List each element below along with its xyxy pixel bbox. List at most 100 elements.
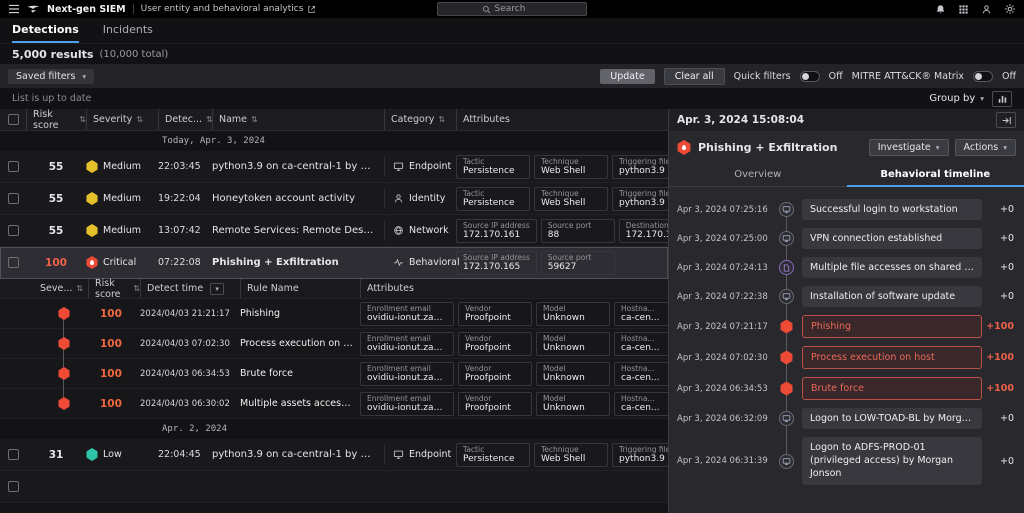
- attr-chip: ModelUnknown: [536, 362, 610, 386]
- apps-grid-icon[interactable]: [958, 4, 969, 15]
- timeline-event-alert: Apr 3, 2024 07:02:30 Process execution o…: [677, 346, 1016, 369]
- table-row[interactable]: 55 Medium 19:22:04 Honeytoken account ac…: [0, 183, 668, 215]
- attr-value: ca-cen...: [621, 403, 668, 414]
- attributes-cell: TacticPersistence TechniqueWeb Shell Tri…: [456, 443, 668, 467]
- severity-label: Low: [103, 449, 122, 460]
- attributes-cell: Source IP address172.170.161 Source port…: [456, 219, 668, 243]
- mitre-matrix-toggle[interactable]: [973, 71, 993, 82]
- table-row-selected[interactable]: 100 Critical 07:22:08 Phishing + Exfiltr…: [0, 247, 668, 279]
- attr-value: Web Shell: [541, 198, 601, 209]
- subtable-row[interactable]: 100 2024/04/03 06:34:53 Brute force Enro…: [0, 359, 668, 389]
- subheader-detect-time[interactable]: Detect time▾: [140, 279, 240, 298]
- score-delta: +100: [982, 321, 1016, 332]
- tab-behavioral-timeline[interactable]: Behavioral timeline: [847, 163, 1024, 186]
- detect-time: 22:04:45: [158, 449, 212, 460]
- subtable-row[interactable]: 100 2024/04/03 07:02:30 Process executio…: [0, 329, 668, 359]
- attr-chip: Source port88: [541, 219, 615, 243]
- event-description[interactable]: Logon to ADFS-PROD-01 (privileged access…: [802, 437, 982, 485]
- attr-chip: Hostna...ca-cen...: [614, 362, 668, 386]
- detect-time: 07:22:08: [158, 257, 212, 268]
- detect-time: 19:22:04: [158, 193, 212, 204]
- tab-overview[interactable]: Overview: [669, 163, 847, 186]
- actions-button[interactable]: Actions▾: [955, 139, 1016, 156]
- header-risk-score[interactable]: Risk score⇅: [26, 109, 86, 130]
- header-severity[interactable]: Severity⇅: [86, 109, 158, 130]
- risk-score: 100: [26, 257, 86, 269]
- header-category[interactable]: Category⇅: [384, 109, 456, 130]
- identity-icon: [393, 193, 404, 204]
- subheader-severity[interactable]: Seve...⇅: [40, 279, 88, 298]
- quick-filters-toggle[interactable]: [800, 71, 820, 82]
- divider: [133, 4, 134, 14]
- row-checkbox[interactable]: [8, 257, 19, 268]
- external-link-icon[interactable]: [307, 5, 316, 14]
- risk-score: 55: [26, 193, 86, 205]
- event-description[interactable]: Installation of software update: [802, 286, 982, 307]
- category-label: Identity: [409, 193, 445, 204]
- gear-icon[interactable]: [1004, 3, 1016, 15]
- search-input[interactable]: [437, 2, 587, 16]
- attr-chip: Source IP address172.170.165: [456, 251, 537, 275]
- table-row[interactable]: 55 Medium 13:07:42 Remote Services: Remo…: [0, 215, 668, 247]
- table-row[interactable]: 31 Low 22:04:45 python3.9 on ca-central-…: [0, 439, 668, 471]
- detection-subtable: Seve...⇅ Risk score⇅ Detect time▾ Rule N…: [0, 279, 668, 419]
- severity-medium-icon: [86, 160, 98, 173]
- saved-filters-dropdown[interactable]: Saved filters ▾: [8, 69, 94, 84]
- row-checkbox[interactable]: [8, 225, 19, 236]
- app-subtitle: User entity and behavioral analytics: [141, 4, 317, 14]
- attr-label: Source port: [548, 221, 608, 230]
- bell-icon[interactable]: [935, 4, 946, 15]
- row-checkbox[interactable]: [8, 449, 19, 460]
- row-checkbox[interactable]: [8, 193, 19, 204]
- event-description[interactable]: Process execution on host: [802, 346, 982, 369]
- attr-label: Enrollment email: [367, 304, 447, 313]
- tab-incidents[interactable]: Incidents: [103, 18, 153, 43]
- detect-time-filter-dropdown[interactable]: ▾: [210, 283, 224, 295]
- subheader-attributes-label: Attributes: [367, 283, 414, 294]
- user-icon[interactable]: [981, 4, 992, 15]
- event-node: [779, 231, 794, 246]
- subheader-rule-name[interactable]: Rule Name: [240, 279, 360, 298]
- update-button[interactable]: Update: [600, 69, 654, 84]
- event-node: [779, 454, 794, 469]
- search-field[interactable]: [495, 4, 543, 14]
- attr-label: Technique: [541, 445, 601, 454]
- chart-view-button[interactable]: [992, 91, 1012, 107]
- attr-label: Vendor: [465, 394, 525, 403]
- attributes-cell: Enrollment emailovidiu-ionut.zamfir@... …: [360, 362, 668, 386]
- table-row[interactable]: [0, 471, 668, 503]
- event-description[interactable]: VPN connection established: [802, 228, 982, 249]
- header-name[interactable]: Name⇅: [212, 109, 384, 130]
- filter-bar-right: Update Clear all Quick filters Off MITRE…: [600, 68, 1016, 85]
- event-description[interactable]: Logon to LOW-TOAD-BL by Morgan Jonson: [802, 408, 982, 429]
- row-checkbox[interactable]: [8, 481, 19, 492]
- status-bar: List is up to date Group by ▾: [0, 88, 1024, 109]
- group-by-dropdown[interactable]: Group by ▾: [929, 93, 984, 104]
- attr-value: Proofpoint: [465, 373, 525, 384]
- table-row[interactable]: 55 Medium 22:03:45 python3.9 on ca-centr…: [0, 151, 668, 183]
- severity-medium-icon: [86, 224, 98, 237]
- event-time: Apr 3, 2024 07:24:13: [677, 263, 779, 273]
- subtable-row[interactable]: 100 2024/04/03 06:30:02 Multiple assets …: [0, 389, 668, 419]
- actions-label: Actions: [964, 142, 999, 153]
- row-checkbox[interactable]: [8, 161, 19, 172]
- event-description[interactable]: Successful login to workstation: [802, 199, 982, 220]
- tab-detections[interactable]: Detections: [12, 18, 79, 43]
- investigate-button[interactable]: Investigate▾: [869, 139, 949, 156]
- attr-value: Web Shell: [541, 166, 601, 177]
- attr-chip: VendorProofpoint: [458, 302, 532, 326]
- select-all-checkbox[interactable]: [8, 114, 19, 125]
- attr-value: ca-cen...: [621, 313, 668, 324]
- event-description[interactable]: Brute force: [802, 377, 982, 400]
- monitor-icon: [782, 414, 791, 423]
- monitor-icon: [782, 292, 791, 301]
- subtable-header: Seve...⇅ Risk score⇅ Detect time▾ Rule N…: [0, 279, 668, 299]
- menu-icon[interactable]: [8, 4, 20, 14]
- subtable-row[interactable]: 100 2024/04/03 21:21:17 Phishing Enrollm…: [0, 299, 668, 329]
- event-description[interactable]: Multiple file accesses on shared drive: [802, 257, 982, 278]
- clear-all-button[interactable]: Clear all: [664, 68, 725, 85]
- subheader-risk[interactable]: Risk score⇅: [88, 279, 140, 298]
- header-detect-time[interactable]: Detec...⇅: [158, 109, 212, 130]
- event-description[interactable]: Phishing: [802, 315, 982, 338]
- panel-collapse-button[interactable]: [996, 112, 1016, 128]
